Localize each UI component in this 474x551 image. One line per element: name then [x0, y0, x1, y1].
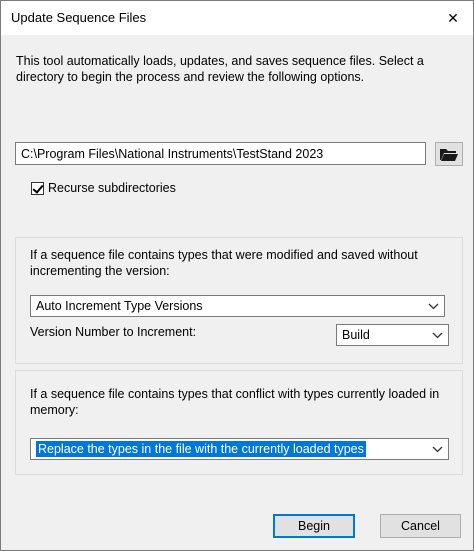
- recurse-subdirectories-row[interactable]: Recurse subdirectories: [31, 181, 176, 195]
- chevron-down-icon: [431, 443, 443, 455]
- browse-folder-button[interactable]: [435, 142, 463, 166]
- close-button[interactable]: ✕: [441, 7, 465, 29]
- conflict-action-value: Replace the types in the file with the c…: [36, 441, 366, 457]
- conflict-types-group: If a sequence file contains types that c…: [15, 370, 463, 475]
- dialog-window: Update Sequence Files ✕ This tool automa…: [0, 0, 474, 551]
- conflict-types-text: If a sequence file contains types that c…: [30, 387, 440, 417]
- chevron-down-icon: [431, 329, 443, 341]
- modified-types-group: If a sequence file contains types that w…: [15, 237, 463, 364]
- window-title: Update Sequence Files: [11, 10, 147, 25]
- recurse-subdirectories-label: Recurse subdirectories: [48, 181, 176, 195]
- chevron-down-icon: [427, 300, 439, 312]
- version-number-value: Build: [342, 328, 370, 342]
- title-bar: Update Sequence Files ✕: [1, 1, 473, 35]
- version-number-select[interactable]: Build: [336, 324, 449, 346]
- version-number-label: Version Number to Increment:: [30, 325, 197, 339]
- begin-button[interactable]: Begin: [273, 514, 355, 538]
- folder-open-icon: [440, 149, 458, 161]
- cancel-button[interactable]: Cancel: [380, 514, 461, 538]
- modified-types-text: If a sequence file contains types that w…: [30, 248, 418, 278]
- close-icon: ✕: [447, 9, 459, 26]
- recurse-subdirectories-checkbox[interactable]: [31, 181, 44, 195]
- directory-input[interactable]: [15, 142, 426, 165]
- modified-action-value: Auto Increment Type Versions: [36, 299, 203, 313]
- modified-action-select[interactable]: Auto Increment Type Versions: [30, 295, 445, 317]
- description-text: This tool automatically loads, updates, …: [16, 54, 424, 84]
- conflict-action-select[interactable]: Replace the types in the file with the c…: [30, 438, 449, 460]
